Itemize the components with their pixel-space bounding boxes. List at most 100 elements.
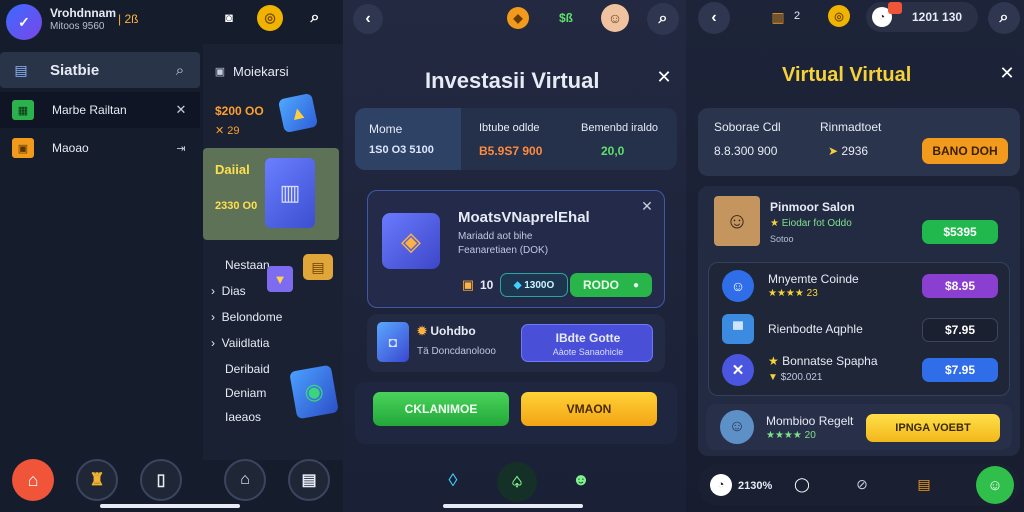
sidebar-item-label: Marbe Railtan [52, 103, 127, 117]
green-action-button[interactable]: CKLANIMOE [373, 392, 509, 426]
home-icon[interactable]: ⌂ [12, 459, 54, 501]
user-name: Vrohdnnam [50, 6, 117, 20]
menu-item-vaiidlatia[interactable]: › Vaiidlatia [211, 336, 269, 350]
user-subtitle: Mitoos 9560 [50, 21, 105, 32]
sidebar-header[interactable]: ▤ Siatbie ⌕ [0, 52, 200, 88]
screen-marketplace: ‹ ▥ 2 ◎ ◔ 1201 130 ⌕ Virtual Virtual ✕ S… [686, 0, 1024, 512]
spreadsheet-icon: ▦ [12, 100, 34, 120]
cube-icon: ◈ [382, 213, 440, 269]
document-icon[interactable]: ▤ [288, 459, 330, 501]
featured-button[interactable]: IPNGA VOEBT [866, 414, 1000, 442]
panel-card[interactable]: Daiial 2330 O0 ▥ [203, 148, 339, 240]
detail-panel: ▣ Moiekarsi $200 OO ✕ 29 ▲ Daiial 2330 O… [203, 44, 343, 460]
close-icon[interactable]: ✕ [996, 62, 1018, 84]
mailbox-icon: ▼ [267, 266, 293, 292]
tab-mome[interactable]: Mome 1S0 O3 5100 [355, 108, 461, 170]
shield-icon[interactable]: ◊ [439, 466, 467, 494]
value-chip: ◆ 1300O [500, 273, 568, 297]
sidebar-search-icon[interactable]: ⌕ [170, 60, 190, 80]
sidebar-item-marbe[interactable]: ▦ Marbe Railtan ✕ [0, 92, 200, 128]
item-price[interactable]: $7.95 [922, 318, 998, 342]
balance-value-2: ➤ 2936 [828, 144, 869, 158]
app-logo-icon[interactable]: ✓ [6, 4, 42, 40]
list-item[interactable]: ✕ ★ Bonnatse Spapha ▼ $200.021 $7.95 [712, 350, 1008, 390]
menu-item-deribaid[interactable]: Deribaid [225, 362, 270, 376]
tab-value: 20,0 [601, 144, 625, 158]
featured-item[interactable]: ☺ Mombioo Regelt ★★★★ 20 IPNGA VOEBT [706, 404, 1012, 450]
avatar-icon[interactable]: ☺ [601, 4, 629, 32]
trophy-icon[interactable]: ♜ [76, 459, 118, 501]
close-icon[interactable]: ✕ [638, 197, 656, 215]
secondary-sub: Tä Doncdanolooo [417, 346, 496, 357]
item-price[interactable]: $5395 [922, 220, 998, 244]
product-line-2: Feanaretiaen (DOK) [458, 245, 549, 256]
door-icon[interactable]: ▯ [140, 459, 182, 501]
sidebar-item-maoao[interactable]: ▣ Maoao ⇥ [0, 130, 200, 166]
menu-item-deniam[interactable]: Deniam [225, 386, 266, 400]
panel-header: Moiekarsi [233, 64, 289, 79]
screen-investment: ‹ ◆ $ß ☺ ⌕ Investasii Virtual ✕ Mome 1S0… [343, 0, 686, 512]
page-title: Virtual Virtual [782, 64, 912, 86]
rodo-button[interactable]: RODO ● [570, 273, 652, 297]
product-title: MoatsVNaprelEhal [458, 209, 590, 226]
chest-icon[interactable]: ▤ [912, 472, 936, 496]
header-chip[interactable]: ◔ 1201 130 [866, 2, 978, 32]
list-item[interactable]: ☺ Pinmoor Salon ★ Eiodar fot Oddo Sotoo … [706, 192, 1012, 256]
panel-price: $200 OO [215, 104, 264, 118]
list-item[interactable]: ☺ Mnyemte Coinde ★★★★ 23 $8.95 [712, 266, 1008, 306]
item-meta-sub: Sotoo [770, 234, 794, 244]
coin-icon[interactable]: ◎ [828, 5, 850, 27]
header-right-value: 1201 130 [912, 10, 963, 24]
dollar-icon[interactable]: $ß [553, 7, 579, 29]
gem-icon: ◆ [513, 279, 525, 291]
bano-button[interactable]: BANO DOH [922, 138, 1008, 164]
bell-icon[interactable]: ♤ [497, 462, 537, 502]
product-card[interactable]: ◈ MoatsVNaprelEhal ✕ Mariadd aot bihe Fe… [367, 190, 665, 308]
yellow-action-button[interactable]: VMAON [521, 392, 657, 426]
profile-icon[interactable]: ☺ [976, 466, 1014, 504]
secondary-title: ✹ Uohdbo [417, 324, 476, 338]
item-meta: ★★★★ 23 [768, 288, 818, 299]
coin-icon[interactable]: ◎ [257, 5, 283, 31]
building-icon[interactable]: ⌂ [224, 459, 266, 501]
basket-icon[interactable]: ▥ [768, 7, 788, 27]
notification-icon[interactable]: ◙ [218, 6, 240, 28]
screen-portfolio: ✓ Vrohdnnam Mitoos 9560 | 2ß ◙ ◎ ⌕ ▤ Sia… [0, 0, 343, 512]
notification-badge [888, 2, 902, 14]
secondary-card[interactable]: ◘ ✹ Uohdbo Tä Doncdanolooo IBdte Gotte A… [367, 314, 665, 372]
tab-label: Bemenbd iraldo [581, 122, 659, 134]
x-coin-icon: ✕ [722, 354, 754, 386]
tab-bemenbd[interactable]: Bemenbd iraldo 20,0 [571, 108, 677, 170]
close-icon[interactable]: ✕ [172, 101, 190, 119]
menu-item-iaeaos[interactable]: Iaeaos [225, 410, 261, 424]
ibdte-gotte-button[interactable]: IBdte Gotte Aàote Sanaohicle [521, 324, 653, 362]
search-icon[interactable]: ⌕ [303, 6, 327, 30]
tab-ibtube[interactable]: Ibtube odlde B5.9S7 900 [465, 108, 567, 170]
bag-icon[interactable]: ◆ [507, 7, 529, 29]
item-price[interactable]: $8.95 [922, 274, 998, 298]
search-icon[interactable]: ⌕ [988, 2, 1020, 34]
clock-icon[interactable]: ◔ [710, 474, 732, 496]
sidebar-item-label: Maoao [52, 141, 89, 155]
balance-label-2: Rinmadtoet [820, 120, 882, 134]
hat-icon: ▀ [722, 314, 754, 344]
search-icon[interactable]: ⌕ [647, 3, 679, 35]
menu-item-dias[interactable]: › Dias [211, 284, 246, 298]
back-icon[interactable]: ‹ [353, 4, 383, 34]
list-item[interactable]: ▀ Rienbodte Aqphle $7.95 [712, 310, 1008, 348]
section-label: Nestaan [225, 258, 270, 272]
expand-icon[interactable]: ⇥ [172, 139, 190, 157]
menu-item-belondome[interactable]: › Belondome [211, 310, 282, 324]
item-price[interactable]: $7.95 [922, 358, 998, 382]
chevron-right-icon: › [211, 310, 222, 324]
leaf-icon[interactable]: ⊘ [850, 472, 874, 496]
coins-icon[interactable]: ◯ [790, 470, 814, 498]
back-icon[interactable]: ‹ [698, 2, 730, 34]
arrow-icon: ▼ [768, 372, 781, 383]
chevron-right-icon: › [211, 284, 222, 298]
crystal-icon: ◘ [377, 322, 409, 362]
avatar: ☺ [720, 410, 754, 444]
close-icon[interactable]: ✕ [653, 66, 675, 88]
robot-icon[interactable]: ☻ [567, 466, 595, 494]
product-qty: 10 [480, 278, 494, 292]
